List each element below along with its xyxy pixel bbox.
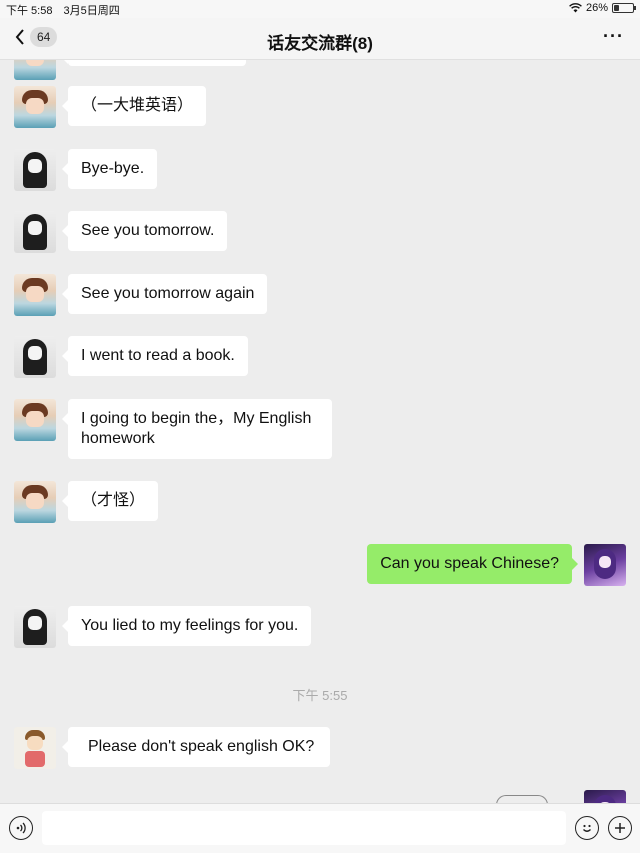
message-input[interactable]: [42, 811, 566, 845]
avatar[interactable]: [14, 86, 56, 128]
status-bar: 下午 5:58 3月5日周四 26%: [0, 0, 640, 18]
ellipsis-icon: ···: [603, 26, 624, 46]
wifi-icon: [569, 3, 582, 13]
input-bar: [0, 803, 640, 853]
message-bubble[interactable]: See you tomorrow.: [61, 211, 228, 251]
timestamp: 下午 5:55: [292, 688, 348, 703]
message-bubble[interactable]: （一大堆英语）: [61, 86, 207, 126]
message-bubble[interactable]: See you tomorrow again: [61, 274, 268, 314]
battery-fill: [614, 5, 619, 11]
more-button[interactable]: ···: [603, 26, 624, 47]
message-bubble-own[interactable]: Can you speak Chinese?: [367, 544, 578, 584]
message-bubble[interactable]: Bye-bye.: [61, 149, 158, 189]
status-date: 3月5日周四: [63, 5, 120, 17]
avatar[interactable]: [14, 336, 56, 378]
avatar[interactable]: [14, 606, 56, 648]
avatar[interactable]: [14, 727, 56, 769]
message-bubble[interactable]: [62, 60, 246, 66]
message-list[interactable]: （一大堆英语） Bye-bye. See you tomorrow. See y…: [0, 60, 640, 803]
message-bubble[interactable]: （才怪）: [61, 481, 159, 521]
avatar[interactable]: [14, 60, 56, 80]
avatar[interactable]: [14, 481, 56, 523]
battery-icon: [612, 3, 636, 13]
voice-button[interactable]: [9, 816, 33, 840]
avatar-self[interactable]: [584, 544, 626, 586]
voice-icon: [16, 822, 26, 834]
avatar[interactable]: [14, 211, 56, 253]
emoji-button[interactable]: [575, 816, 599, 840]
battery-percent: 26%: [585, 2, 608, 14]
emoji-icon: [583, 824, 591, 832]
message-bubble[interactable]: Please don't speak english OK?: [61, 727, 331, 767]
plus-button[interactable]: [608, 816, 632, 840]
chat-header: 64 话友交流群(8) ···: [0, 18, 640, 60]
status-time: 下午 5:58: [6, 5, 53, 17]
avatar[interactable]: [14, 149, 56, 191]
avatar[interactable]: [14, 399, 56, 441]
message-bubble[interactable]: You lied to my feelings for you.: [61, 606, 312, 646]
avatar[interactable]: [14, 274, 56, 316]
message-bubble[interactable]: I went to read a book.: [62, 336, 248, 376]
avatar-self[interactable]: [584, 790, 626, 803]
message-bubble[interactable]: I going to begin the，My English homework: [62, 399, 332, 459]
chat-title: 话友交流群(8): [267, 34, 373, 53]
plus-icon: [615, 823, 625, 833]
